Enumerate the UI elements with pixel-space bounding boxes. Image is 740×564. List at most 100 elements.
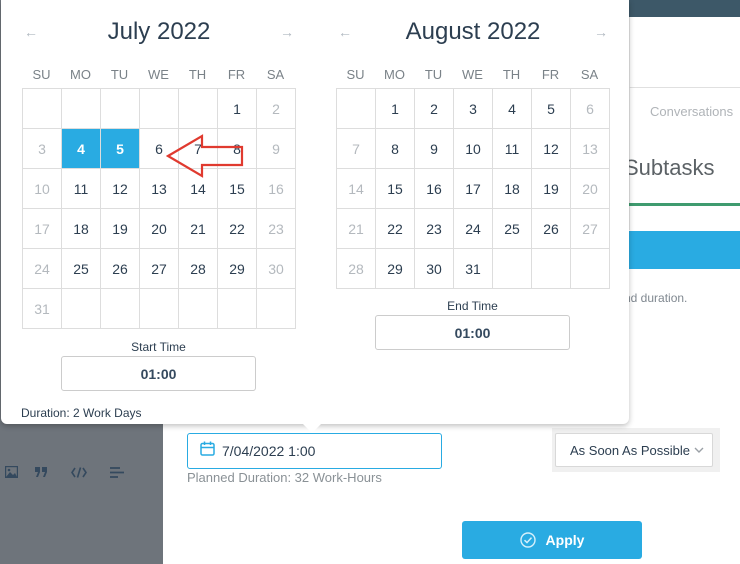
- day-cell[interactable]: 1: [218, 89, 257, 129]
- duration-text: Duration: 2 Work Days: [21, 406, 142, 420]
- end-time-input[interactable]: 01:00: [375, 315, 570, 350]
- day-cell[interactable]: 11: [493, 129, 532, 169]
- weekday-header: SU MO TU WE TH FR SA: [336, 60, 610, 88]
- empty-day-cell: [179, 289, 218, 329]
- day-cell-selected[interactable]: 4: [62, 129, 101, 169]
- start-time-label: Start Time: [131, 340, 186, 354]
- section-underline: [629, 203, 740, 206]
- next-month-arrow-icon[interactable]: →: [594, 24, 608, 40]
- day-cell[interactable]: 29: [376, 249, 415, 289]
- day-cell[interactable]: 29: [218, 249, 257, 289]
- date-range-picker: ← July 2022 → SU MO TU WE TH FR SA 1 2 3 4 5 6 7 8 9 10…: [1, 0, 629, 424]
- day-cell[interactable]: 2: [415, 89, 454, 129]
- day-cell[interactable]: 2: [257, 89, 296, 129]
- day-cell[interactable]: 5: [532, 89, 571, 129]
- weekday-label: FR: [541, 66, 560, 82]
- day-cell[interactable]: 14: [337, 169, 376, 209]
- day-cell[interactable]: 8: [376, 129, 415, 169]
- day-cell[interactable]: 22: [218, 209, 257, 249]
- day-cell[interactable]: 11: [62, 169, 101, 209]
- day-cell[interactable]: 7: [337, 129, 376, 169]
- day-cell[interactable]: 21: [179, 209, 218, 249]
- day-cell[interactable]: 17: [23, 209, 62, 249]
- day-cell[interactable]: 27: [571, 209, 610, 249]
- weekday-label: SA: [580, 66, 599, 82]
- day-cell[interactable]: 30: [415, 249, 454, 289]
- image-icon[interactable]: [0, 466, 22, 478]
- divider: [629, 87, 740, 88]
- constraint-select-wrap: As Soon As Possible: [552, 428, 720, 472]
- day-cell[interactable]: 24: [454, 209, 493, 249]
- chevron-down-icon: [694, 444, 704, 456]
- duration-note: nd duration.: [624, 291, 688, 305]
- day-cell[interactable]: 18: [62, 209, 101, 249]
- day-cell[interactable]: 27: [140, 249, 179, 289]
- start-time-input[interactable]: 01:00: [61, 356, 256, 391]
- day-cell-selected[interactable]: 5: [101, 129, 140, 169]
- calendar-title: August 2022: [405, 18, 541, 45]
- empty-day-cell: [179, 89, 218, 129]
- apply-button[interactable]: Apply: [462, 521, 642, 559]
- day-cell[interactable]: 3: [454, 89, 493, 129]
- check-circle-icon: [519, 532, 536, 548]
- calendar-july: ← July 2022 → SU MO TU WE TH FR SA 1 2 3 4 5 6 7 8 9 10…: [22, 0, 296, 329]
- day-cell[interactable]: 16: [257, 169, 296, 209]
- day-cell[interactable]: 17: [454, 169, 493, 209]
- start-date-value: 7/04/2022 1:00: [222, 443, 316, 459]
- day-cell[interactable]: 18: [493, 169, 532, 209]
- align-left-icon[interactable]: [98, 466, 136, 478]
- day-grid: 1 2 3 4 5 6 7 8 9 10 11 12 13 14 15 16 17 18 19 20 21 22 23 24 2…: [22, 88, 296, 329]
- day-cell[interactable]: 23: [257, 209, 296, 249]
- constraint-select[interactable]: As Soon As Possible: [555, 433, 713, 467]
- day-cell[interactable]: 25: [493, 209, 532, 249]
- day-cell[interactable]: 23: [415, 209, 454, 249]
- empty-day-cell: [62, 89, 101, 129]
- start-time-block: Start Time 01:00: [61, 340, 256, 391]
- weekday-label: SU: [32, 66, 51, 82]
- day-cell[interactable]: 12: [532, 129, 571, 169]
- weekday-label: TH: [502, 66, 521, 82]
- day-cell[interactable]: 12: [101, 169, 140, 209]
- day-cell[interactable]: 19: [101, 209, 140, 249]
- day-cell[interactable]: 10: [454, 129, 493, 169]
- day-cell[interactable]: 31: [23, 289, 62, 329]
- day-cell[interactable]: 1: [376, 89, 415, 129]
- code-icon[interactable]: [60, 466, 98, 478]
- day-cell[interactable]: 20: [571, 169, 610, 209]
- day-cell[interactable]: 10: [23, 169, 62, 209]
- empty-day-cell: [101, 89, 140, 129]
- day-cell[interactable]: 22: [376, 209, 415, 249]
- day-cell[interactable]: 21: [337, 209, 376, 249]
- day-cell[interactable]: 30: [257, 249, 296, 289]
- day-cell[interactable]: 9: [257, 129, 296, 169]
- empty-day-cell: [532, 249, 571, 289]
- day-cell[interactable]: 28: [337, 249, 376, 289]
- empty-day-cell: [23, 89, 62, 129]
- empty-day-cell: [140, 289, 179, 329]
- day-cell[interactable]: 25: [62, 249, 101, 289]
- editor-toolbar: [0, 458, 163, 486]
- day-cell[interactable]: 26: [101, 249, 140, 289]
- calendar-august: ← August 2022 → SU MO TU WE TH FR SA 123456789…: [336, 0, 610, 289]
- picker-caret: [303, 424, 321, 433]
- day-cell[interactable]: 16: [415, 169, 454, 209]
- weekday-label: SU: [346, 66, 365, 82]
- day-cell[interactable]: 28: [179, 249, 218, 289]
- day-cell[interactable]: 13: [571, 129, 610, 169]
- day-cell[interactable]: 9: [415, 129, 454, 169]
- day-cell[interactable]: 3: [23, 129, 62, 169]
- tab-conversations[interactable]: Conversations: [650, 104, 733, 119]
- day-cell[interactable]: 20: [140, 209, 179, 249]
- day-cell[interactable]: 24: [23, 249, 62, 289]
- quote-icon[interactable]: [22, 467, 60, 477]
- day-cell[interactable]: 6: [571, 89, 610, 129]
- start-date-input[interactable]: 7/04/2022 1:00: [187, 433, 442, 469]
- next-month-arrow-icon[interactable]: →: [280, 24, 294, 40]
- day-cell[interactable]: 31: [454, 249, 493, 289]
- day-cell[interactable]: 4: [493, 89, 532, 129]
- day-cell[interactable]: 15: [376, 169, 415, 209]
- task-panel-edge: [629, 17, 740, 230]
- day-cell[interactable]: 19: [532, 169, 571, 209]
- day-cell[interactable]: 26: [532, 209, 571, 249]
- weekday-label: FR: [227, 66, 246, 82]
